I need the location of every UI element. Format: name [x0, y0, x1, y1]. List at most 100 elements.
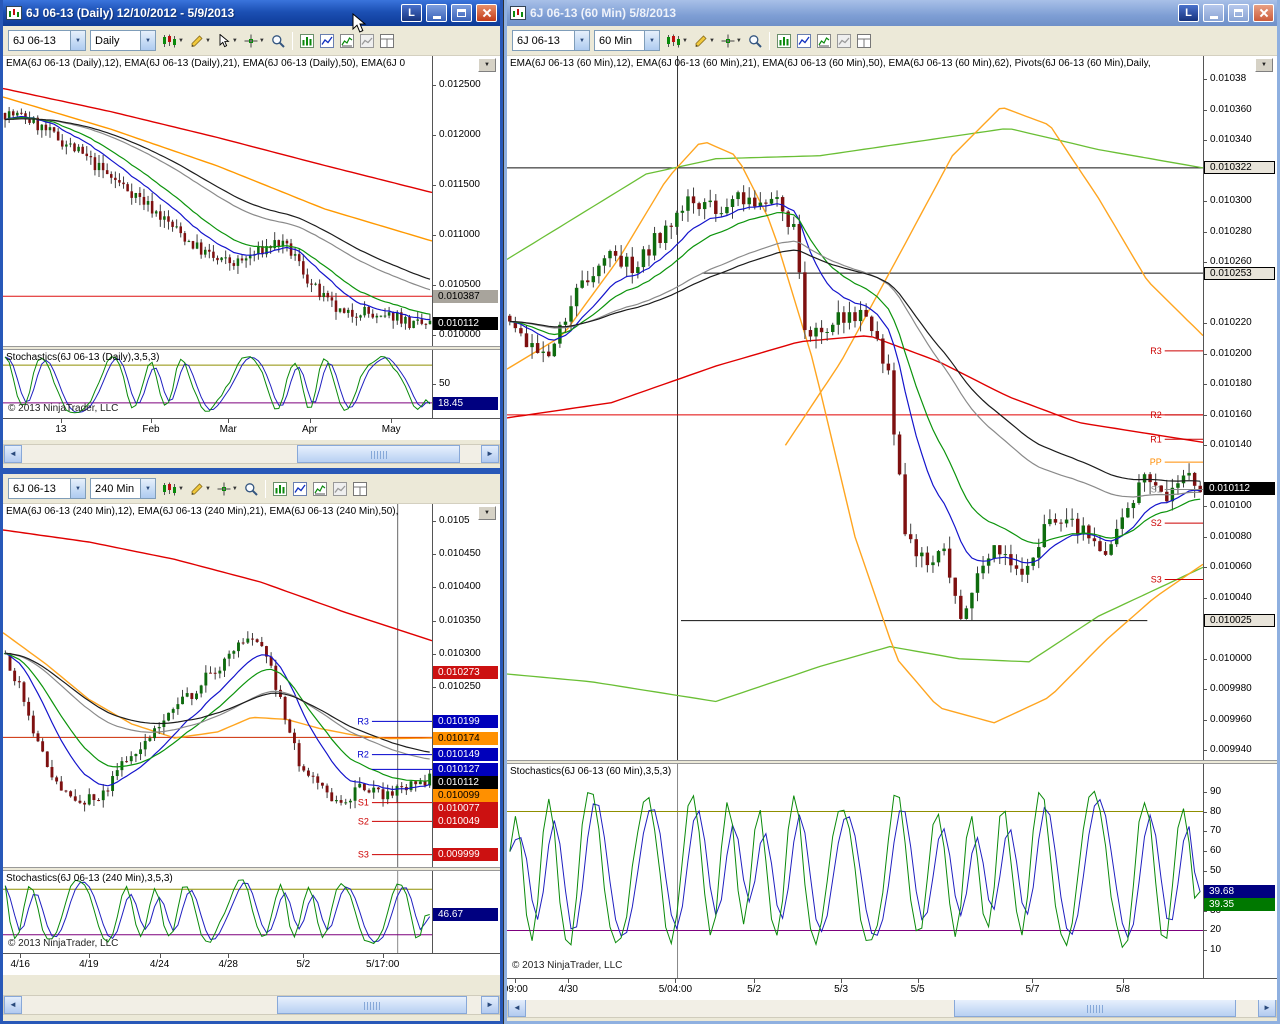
pointer-tool-icon-button[interactable]: ▼ [214, 28, 240, 53]
candle-body [741, 192, 746, 205]
link-button[interactable]: L [401, 4, 422, 22]
scroll-thumb[interactable] [954, 999, 1237, 1017]
time-axis-label: 5/2 [281, 954, 325, 970]
chevron-down-icon[interactable]: ▼ [140, 479, 155, 498]
chevron-down-icon[interactable]: ▼ [644, 31, 659, 50]
cursor-icon-button[interactable]: ▼ [718, 28, 744, 53]
indicators-icon-button[interactable] [317, 28, 336, 53]
chart-area[interactable]: EMA(6J 06-13 (240 Min),12), EMA(6J 06-13… [3, 504, 500, 975]
chart-style-icon-button[interactable] [310, 476, 329, 501]
candle-body [17, 681, 21, 683]
cursor-icon-button[interactable]: ▼ [214, 476, 240, 501]
maximize-button[interactable] [451, 4, 472, 22]
bar-type-icon-button[interactable]: ▼ [664, 28, 690, 53]
panel-dropdown-button[interactable]: ▼ [478, 58, 496, 72]
toolbar-separator [768, 31, 770, 50]
minimize-icon [432, 16, 441, 19]
candle-body [975, 573, 980, 593]
bar-type-icon-button[interactable]: ▼ [160, 476, 186, 501]
scroll-right-button[interactable]: ► [1258, 999, 1276, 1017]
candle-body [148, 738, 152, 741]
scroll-right-button[interactable]: ► [481, 445, 499, 463]
drawing-tools-icon-button[interactable]: ▼ [187, 28, 213, 53]
zoom-icon-button[interactable] [241, 476, 260, 501]
drawing-tools-icon-button[interactable]: ▼ [187, 476, 213, 501]
candle-body [1131, 502, 1136, 509]
candle-body [60, 140, 64, 147]
candle-body [195, 693, 198, 699]
copyright-text: © 2013 NinjaTrader, LLC [8, 938, 119, 949]
titlebar[interactable]: 6J 06-13 (60 Min) 5/8/2013 L [507, 0, 1277, 26]
scroll-thumb[interactable] [297, 445, 461, 463]
candle-body [1048, 519, 1052, 525]
chart-area[interactable]: EMA(6J 06-13 (60 Min),12), EMA(6J 06-13 … [507, 56, 1277, 1000]
price-axis-tick: 0.010450 [433, 548, 500, 560]
data-series-icon-button[interactable] [270, 476, 289, 501]
panels-icon-button[interactable] [350, 476, 369, 501]
zoom-icon-button[interactable] [745, 28, 764, 53]
price-chart[interactable]: R3 R2 R1 PP S1 S2 S3 [507, 56, 1203, 760]
chart-image-icon-button[interactable] [330, 476, 349, 501]
data-series-icon-button[interactable] [774, 28, 793, 53]
scroll-thumb[interactable] [276, 996, 468, 1014]
candle-body [825, 331, 829, 333]
instrument-select[interactable]: 6J 06-13 ▼ [8, 478, 86, 499]
chart-area[interactable]: EMA(6J 06-13 (Daily),12), EMA(6J 06-13 (… [3, 56, 500, 440]
panel-dropdown-button[interactable]: ▼ [1255, 58, 1273, 72]
instrument-select[interactable]: 6J 06-13 ▼ [8, 30, 86, 51]
interval-select[interactable]: 240 Min ▼ [90, 478, 156, 499]
minimize-button[interactable] [1203, 4, 1224, 22]
horizontal-scrollbar[interactable]: ◄ ► [3, 995, 500, 1015]
link-button[interactable]: L [1178, 4, 1199, 22]
chevron-down-icon[interactable]: ▼ [70, 479, 85, 498]
close-button[interactable] [1253, 4, 1274, 22]
scroll-left-button[interactable]: ◄ [508, 999, 526, 1017]
bar-type-icon-button[interactable]: ▼ [160, 28, 186, 53]
panel-splitter[interactable] [3, 346, 500, 350]
minimize-icon [1209, 16, 1218, 19]
panel-splitter[interactable] [3, 867, 500, 871]
minimize-button[interactable] [426, 4, 447, 22]
candle-body [171, 221, 174, 227]
candle-body [115, 770, 119, 777]
scroll-left-button[interactable]: ◄ [4, 445, 22, 463]
horizontal-scrollbar[interactable]: ◄ ► [507, 998, 1277, 1018]
panels-icon-button[interactable] [377, 28, 396, 53]
maximize-button[interactable] [1228, 4, 1249, 22]
panel-dropdown-button[interactable]: ▼ [478, 506, 496, 520]
indicators-icon-button[interactable] [290, 476, 309, 501]
instrument-select[interactable]: 6J 06-13 ▼ [512, 30, 590, 51]
titlebar[interactable]: 6J 06-13 (Daily) 12/10/2012 - 5/9/2013 L [3, 0, 500, 26]
candle-body [702, 202, 707, 210]
horizontal-scrollbar[interactable]: ◄ ► [3, 444, 500, 464]
panels-icon-button[interactable] [854, 28, 873, 53]
cursor-icon-button[interactable]: ▼ [241, 28, 267, 53]
stochastics-chart[interactable] [507, 764, 1203, 978]
candle-body [218, 670, 222, 674]
price-chart[interactable] [3, 56, 432, 346]
scroll-left-button[interactable]: ◄ [4, 996, 22, 1014]
chevron-down-icon[interactable]: ▼ [70, 31, 85, 50]
data-series-icon-button[interactable] [297, 28, 316, 53]
interval-select[interactable]: Daily ▼ [90, 30, 156, 51]
candle-body [106, 790, 110, 792]
close-button[interactable] [476, 4, 497, 22]
chart-style-icon-button[interactable] [814, 28, 833, 53]
candle-body [65, 144, 68, 147]
drawing-tools-icon-button[interactable]: ▼ [691, 28, 717, 53]
interval-select[interactable]: 60 Min ▼ [594, 30, 660, 51]
candle-body [3, 113, 7, 120]
candle-body [339, 800, 343, 803]
zoom-icon-button[interactable] [268, 28, 287, 53]
panel-splitter[interactable] [507, 760, 1277, 764]
candle-body [130, 191, 133, 198]
indicator-line [507, 141, 1203, 724]
scroll-right-button[interactable]: ► [481, 996, 499, 1014]
chevron-down-icon[interactable]: ▼ [140, 31, 155, 50]
indicators-icon-button[interactable] [794, 28, 813, 53]
chevron-down-icon[interactable]: ▼ [574, 31, 589, 50]
chart-image-icon-button[interactable] [834, 28, 853, 53]
candle-body [36, 733, 40, 742]
candle-body [175, 226, 178, 228]
price-chart[interactable]: R3 R2 S1 S2 S3 [3, 504, 432, 867]
